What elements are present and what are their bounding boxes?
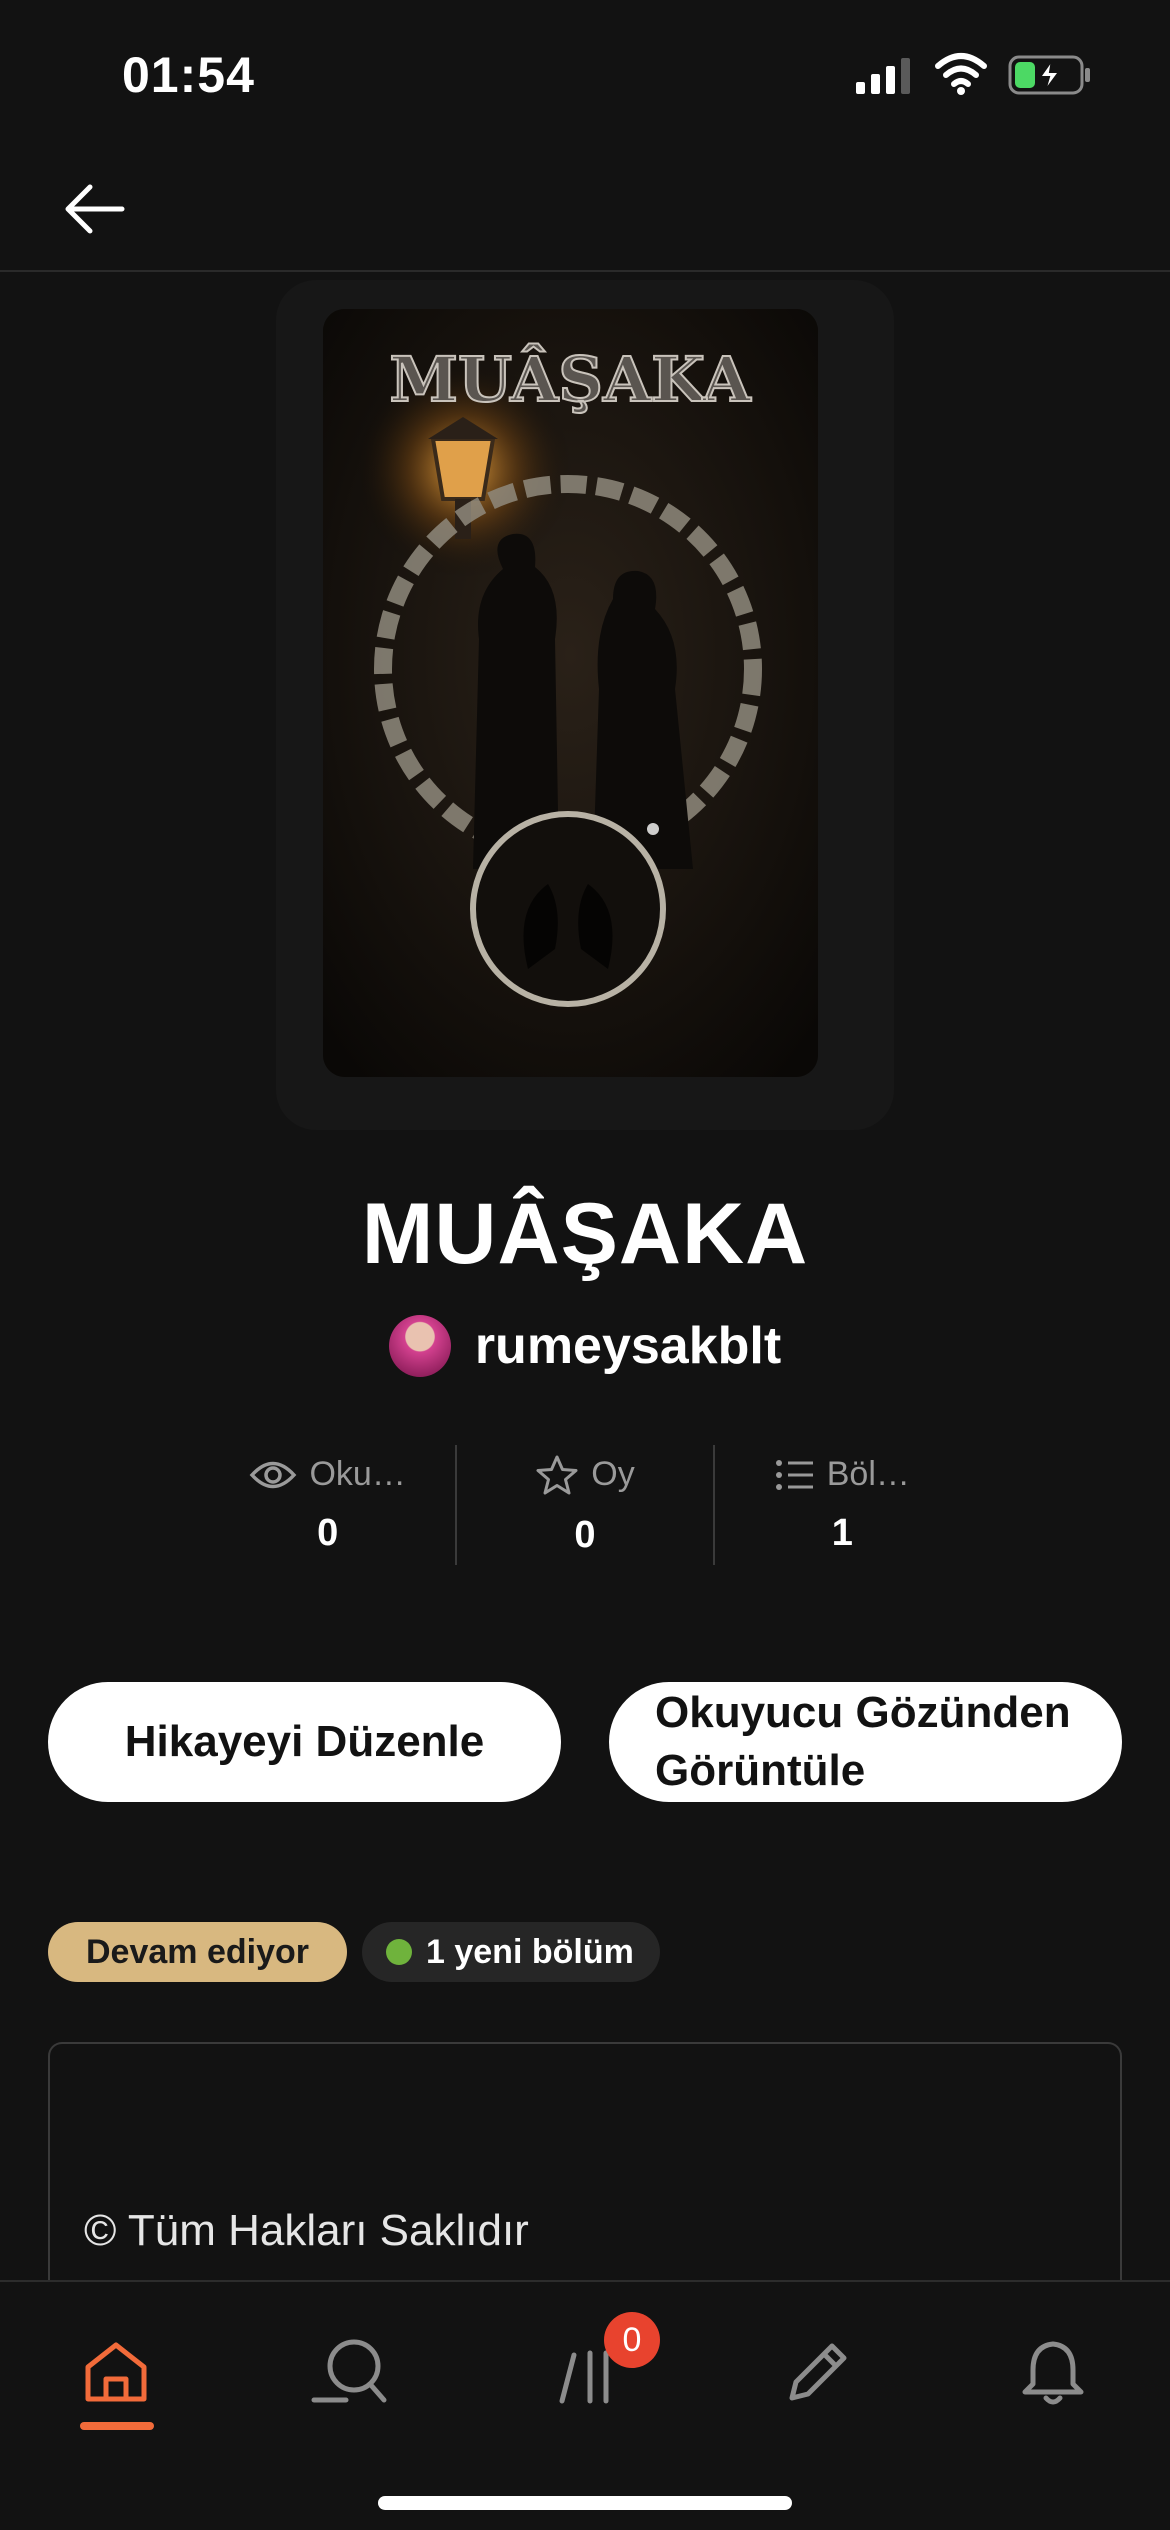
reader-preview-label-line1: Okuyucu Gözünden bbox=[655, 1688, 1071, 1737]
author-name[interactable]: rumeysakblt bbox=[475, 1316, 781, 1376]
tab-write[interactable] bbox=[768, 2322, 868, 2422]
star-icon bbox=[536, 1455, 578, 1494]
edit-story-button[interactable]: Hikayeyi Düzenle bbox=[48, 1682, 561, 1802]
cover-artwork: MUÂŞAKA bbox=[323, 309, 818, 1077]
wifi-icon bbox=[935, 53, 987, 95]
stat-reads: Oku… 0 bbox=[200, 1445, 455, 1565]
status-time: 01:54 bbox=[122, 47, 255, 103]
status-badge: Devam ediyor bbox=[48, 1922, 347, 1982]
nav-bar bbox=[0, 150, 1170, 272]
arrow-left-icon bbox=[65, 184, 125, 234]
new-dot-icon bbox=[386, 1939, 412, 1965]
library-count-badge: 0 bbox=[604, 2312, 660, 2368]
stat-reads-value: 0 bbox=[317, 1512, 339, 1554]
author-avatar[interactable] bbox=[388, 1315, 451, 1377]
battery-charging-icon bbox=[1008, 55, 1090, 95]
home-icon bbox=[85, 2342, 147, 2402]
stat-votes-label: Oy bbox=[591, 1455, 635, 1493]
author-row[interactable]: rumeysakblt bbox=[0, 1315, 1170, 1377]
reader-preview-label-line2: Görüntüle bbox=[655, 1746, 866, 1795]
tab-home[interactable] bbox=[66, 2322, 166, 2422]
list-icon bbox=[775, 1459, 813, 1490]
story-stats: Oku… 0 Oy 0 Böl… 1 bbox=[200, 1445, 970, 1565]
status-bar: 01:54 bbox=[0, 0, 1170, 150]
search-icon bbox=[311, 2339, 387, 2403]
tab-notifications[interactable] bbox=[1003, 2322, 1103, 2422]
story-title: MUÂŞAKA bbox=[361, 1186, 809, 1282]
back-button[interactable] bbox=[54, 174, 134, 244]
signal-icon bbox=[856, 58, 910, 94]
new-parts-badge: 1 yeni bölüm bbox=[362, 1922, 660, 1982]
stat-reads-label: Oku… bbox=[309, 1455, 406, 1493]
copyright-text: © Tüm Hakları Saklıdır bbox=[84, 2206, 529, 2255]
active-tab-indicator bbox=[80, 2422, 154, 2430]
stat-votes-value: 0 bbox=[574, 1513, 596, 1556]
stat-parts-label: Böl… bbox=[826, 1455, 910, 1493]
tab-search[interactable] bbox=[300, 2322, 400, 2422]
pencil-icon bbox=[789, 2343, 847, 2401]
home-indicator bbox=[378, 2496, 792, 2510]
cover-title-text: MUÂŞAKA bbox=[389, 343, 751, 416]
bell-icon bbox=[1022, 2341, 1084, 2405]
stat-parts: Böl… 1 bbox=[712, 1445, 970, 1565]
new-parts-label: 1 yeni bölüm bbox=[426, 1932, 634, 1971]
stat-parts-value: 1 bbox=[831, 1512, 853, 1554]
reader-preview-button[interactable]: Okuyucu Gözünden Görüntüle bbox=[609, 1682, 1122, 1802]
story-details-page: 01:54 MUÂŞAKA MUÂŞAKA rumeysakblt Oku… 0… bbox=[0, 0, 1170, 2530]
stat-votes: Oy 0 bbox=[455, 1445, 712, 1565]
bottom-tab-bar: 0 bbox=[0, 2280, 1170, 2530]
eye-icon bbox=[250, 1461, 297, 1488]
story-cover-image[interactable]: MUÂŞAKA bbox=[323, 309, 818, 1077]
